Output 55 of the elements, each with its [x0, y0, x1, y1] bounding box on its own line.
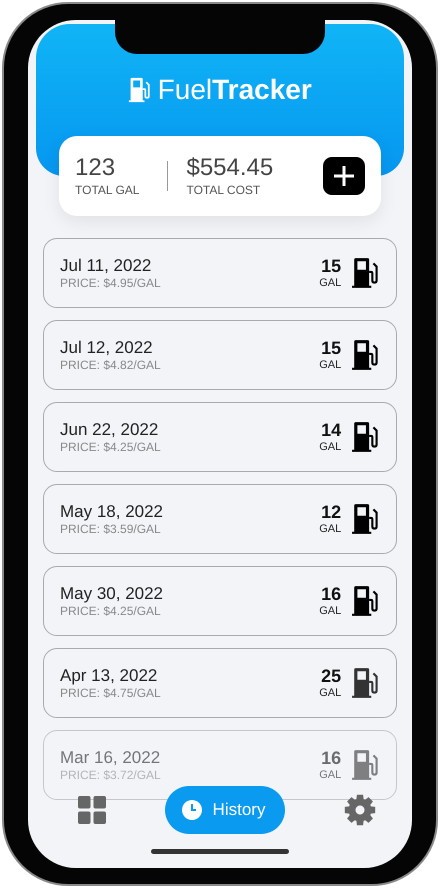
fuel-pump-icon: [351, 421, 380, 453]
total-cost-label: TOTAL COST: [186, 182, 262, 198]
fuel-pump-icon: [351, 749, 380, 781]
entry-price: PRICE: $3.59/GAL: [60, 522, 162, 536]
plus-icon: [333, 165, 355, 187]
entry-gallons: 15: [321, 338, 342, 358]
entry-unit: GAL: [319, 686, 342, 700]
dashboard-tab[interactable]: [78, 796, 106, 824]
entry-gallons: 16: [321, 584, 342, 604]
fuel-entry-card[interactable]: May 30, 2022 PRICE: $4.25/GAL 16 GAL: [43, 566, 397, 636]
total-gallons-label: TOTAL GAL: [75, 182, 140, 198]
entry-price: PRICE: $4.82/GAL: [60, 358, 162, 372]
fuel-entry-card[interactable]: May 18, 2022 PRICE: $3.59/GAL 12 GAL: [43, 484, 397, 554]
fuel-pump-icon: [351, 257, 380, 289]
entry-unit: GAL: [319, 522, 342, 536]
fuel-pump-icon: [351, 339, 380, 371]
entry-date: Apr 13, 2022: [60, 666, 158, 686]
settings-tab[interactable]: [344, 794, 376, 826]
fuel-entry-card[interactable]: Jul 12, 2022 PRICE: $4.82/GAL 15 GAL: [43, 320, 397, 390]
entry-unit: GAL: [319, 358, 342, 372]
total-gallons: 123: [75, 154, 116, 182]
entry-gallons: 15: [321, 256, 342, 276]
entry-price: PRICE: $4.75/GAL: [60, 686, 162, 700]
entry-unit: GAL: [319, 440, 342, 454]
entry-date: May 18, 2022: [60, 502, 164, 522]
entry-unit: GAL: [319, 276, 342, 290]
fuel-entry-card[interactable]: Jul 11, 2022 PRICE: $4.95/GAL 15 GAL: [43, 238, 397, 308]
entry-unit: GAL: [319, 768, 342, 782]
clock-icon: [180, 799, 203, 821]
fuel-entry-card[interactable]: Jun 22, 2022 PRICE: $4.25/GAL 14 GAL: [43, 402, 397, 472]
entry-price: PRICE: $4.95/GAL: [60, 276, 162, 290]
app-title: FuelTracker: [158, 74, 312, 106]
settings-icon: [344, 794, 376, 826]
entry-price: PRICE: $3.72/GAL: [60, 768, 162, 782]
entry-date: Jul 11, 2022: [60, 256, 152, 276]
total-cost: $554.45: [186, 154, 274, 182]
entry-date: Mar 16, 2022: [60, 748, 162, 768]
add-button[interactable]: [323, 157, 365, 195]
fuel-pump-icon: [351, 585, 380, 617]
entry-gallons: 16: [321, 748, 342, 768]
fuel-pump-icon: [351, 667, 380, 699]
entry-date: Jun 22, 2022: [60, 420, 160, 440]
entry-price: PRICE: $4.25/GAL: [60, 604, 162, 618]
grid-icon: [78, 796, 106, 824]
entry-date: Jul 12, 2022: [60, 338, 154, 358]
fuel-pump-icon: [128, 77, 152, 103]
entry-gallons: 25: [321, 666, 342, 686]
entry-gallons: 12: [321, 502, 342, 522]
entry-gallons: 14: [321, 420, 342, 440]
fuel-pump-icon: [351, 503, 380, 535]
entry-unit: GAL: [319, 604, 342, 618]
fuel-entry-card[interactable]: Mar 16, 2022 PRICE: $3.72/GAL 16 GAL: [43, 730, 397, 800]
entry-date: May 30, 2022: [60, 584, 164, 604]
entry-price: PRICE: $4.25/GAL: [60, 440, 162, 454]
fuel-entry-card[interactable]: Apr 13, 2022 PRICE: $4.75/GAL 25 GAL: [43, 648, 397, 718]
